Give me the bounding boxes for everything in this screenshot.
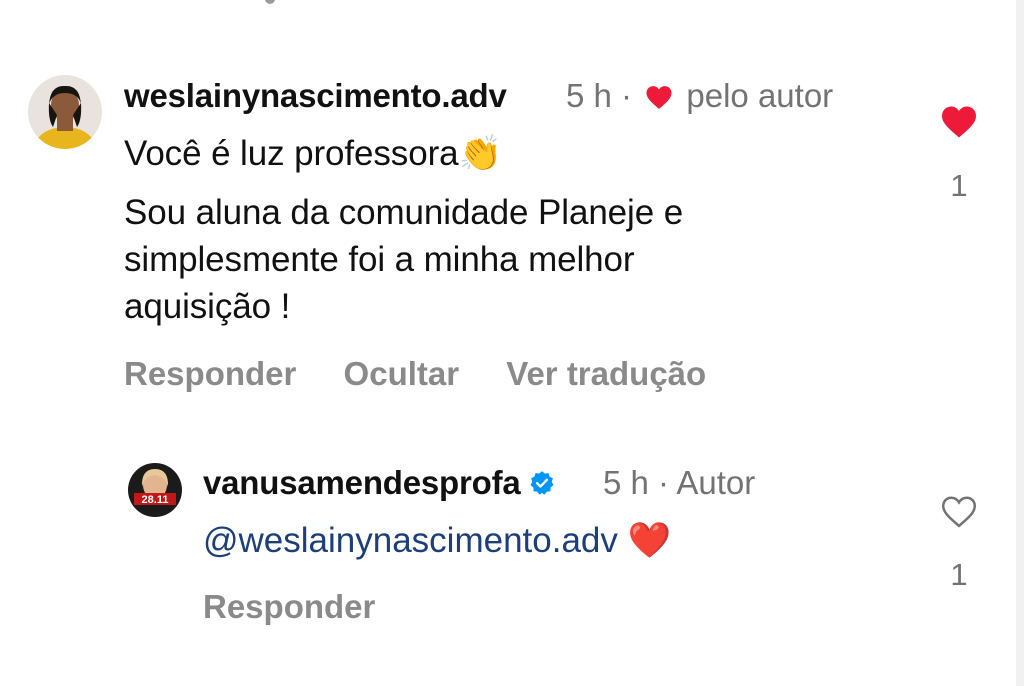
avatar[interactable]: 28.11: [128, 463, 182, 517]
comment-actions: Responder Ocultar Ver tradução: [124, 355, 744, 393]
like-heart-outline-icon[interactable]: [940, 495, 978, 534]
reply-actions: Responder: [203, 588, 413, 626]
comment-line: simplesmente foi a minha melhor: [124, 240, 635, 279]
comment-text: Você é luz professora👏 Sou aluna da comu…: [124, 130, 824, 330]
liked-by-author-label: pelo autor: [686, 77, 834, 114]
comment-time: 5 h ·: [566, 77, 633, 114]
liked-by-author-heart-icon: [645, 80, 673, 118]
comment-line: Você é luz professora👏: [124, 134, 502, 173]
avatar[interactable]: [28, 75, 102, 149]
previous-comment-fragment: [265, 0, 275, 4]
mention-link[interactable]: @weslainynascimento.adv: [203, 521, 618, 560]
scrollbar-track[interactable]: [1016, 0, 1024, 686]
reply-username-label: vanusamendesprofa: [203, 464, 521, 501]
heart-emoji: ❤️: [627, 521, 672, 560]
reply-text: @weslainynascimento.adv ❤️: [203, 520, 671, 561]
reply-button[interactable]: Responder: [124, 355, 296, 392]
avatar-badge-text: 28.11: [142, 494, 169, 506]
verified-badge-icon: [529, 466, 555, 504]
see-translation-button[interactable]: Ver tradução: [506, 355, 706, 392]
comment-line: Sou aluna da comunidade Planeje e: [124, 193, 684, 232]
comment-line: aquisição !: [124, 287, 291, 326]
reply-username[interactable]: vanusamendesprofa: [203, 464, 561, 504]
like-count: 1: [950, 557, 968, 592]
comment-meta: 5 h · pelo autor: [566, 77, 833, 118]
reply-time: 5 h · Autor: [603, 464, 756, 501]
like-heart-icon[interactable]: [940, 105, 978, 144]
comment-username[interactable]: weslainynascimento.adv: [124, 77, 507, 115]
comments-thread: weslainynascimento.adv 5 h · pelo autor …: [0, 0, 1024, 686]
reply-button[interactable]: Responder: [203, 588, 375, 625]
like-count: 1: [950, 168, 968, 203]
hide-button[interactable]: Ocultar: [344, 355, 460, 392]
